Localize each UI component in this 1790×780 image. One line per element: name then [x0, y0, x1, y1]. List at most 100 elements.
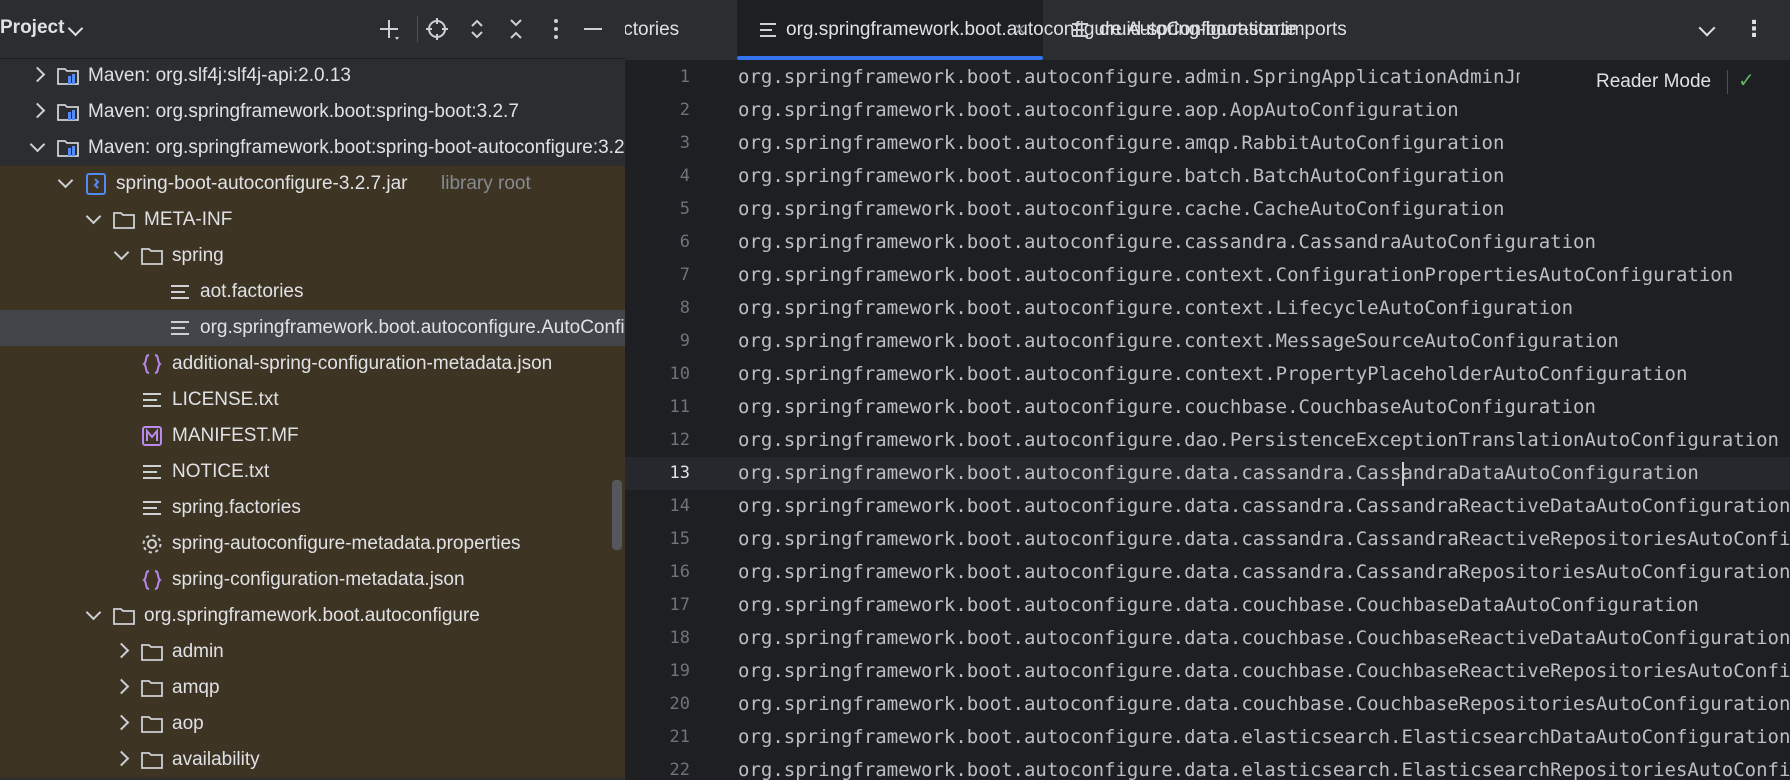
gear-icon — [142, 534, 162, 554]
project-panel-title[interactable]: Project — [0, 17, 64, 39]
tree-row[interactable]: Maven: org.springframework.boot:spring-b… — [0, 94, 625, 130]
tree-row[interactable]: LICENSE.txt — [0, 382, 625, 418]
line-number: 19 — [669, 661, 690, 681]
code-text[interactable]: org.springframework.boot.autoconfigure.d… — [738, 528, 1790, 550]
text-file-icon — [143, 501, 161, 515]
tab-druid-spring-boot-starter[interactable]: druid-spring-boot-starte — [1045, 0, 1310, 60]
code-line[interactable]: 3 org.springframework.boot.autoconfigure.… — [625, 127, 1790, 160]
chevron-right-icon[interactable] — [113, 678, 130, 695]
tree-row[interactable]: Maven: org.slf4j:slf4j-api:2.0.13 — [0, 58, 625, 94]
tree-row[interactable]: NOTICE.txt — [0, 454, 625, 490]
code-text[interactable]: org.springframework.boot.autoconfigure.d… — [738, 561, 1790, 583]
code-text[interactable]: org.springframework.boot.autoconfigure.d… — [738, 693, 1790, 715]
chevron-down-icon[interactable] — [113, 244, 130, 261]
project-tree-scrollbar[interactable] — [612, 480, 622, 550]
locate-icon[interactable] — [424, 16, 450, 42]
code-text[interactable]: org.springframework.boot.autoconfigure.d… — [738, 660, 1790, 682]
tree-row[interactable]: MANIFEST.MF — [0, 418, 625, 454]
code-line[interactable]: 20 org.springframework.boot.autoconfigure… — [625, 688, 1790, 721]
tree-row[interactable]: admin — [0, 634, 625, 670]
add-icon[interactable] — [376, 16, 402, 42]
collapse-all-icon[interactable] — [503, 16, 529, 42]
tree-row-selected[interactable]: org.springframework.boot.autoconfigure.A… — [0, 310, 625, 346]
code-line[interactable]: 21 org.springframework.boot.autoconfigure… — [625, 721, 1790, 754]
code-text[interactable]: org.springframework.boot.autoconfigure.c… — [738, 297, 1573, 319]
chevron-right-icon[interactable] — [113, 642, 130, 659]
code-line[interactable]: 7 org.springframework.boot.autoconfigure.… — [625, 259, 1790, 292]
code-text[interactable]: org.springframework.boot.autoconfigure.c… — [738, 363, 1687, 385]
tree-row[interactable]: amqp — [0, 670, 625, 706]
more-icon[interactable]: ⋮ — [1743, 16, 1765, 42]
check-icon[interactable]: ✓ — [1738, 68, 1755, 93]
code-line[interactable]: 9 org.springframework.boot.autoconfigure.… — [625, 325, 1790, 358]
tree-row[interactable]: org.springframework.boot.autoconfigure — [0, 598, 625, 634]
code-text[interactable]: org.springframework.boot.autoconfigure.c… — [738, 198, 1504, 220]
code-line[interactable]: 17 org.springframework.boot.autoconfigure… — [625, 589, 1790, 622]
code-line[interactable]: 14 org.springframework.boot.autoconfigure… — [625, 490, 1790, 523]
tree-row[interactable]: availability — [0, 742, 625, 778]
close-icon[interactable]: × — [1014, 19, 1026, 42]
code-text[interactable]: org.springframework.boot.autoconfigure.d… — [738, 726, 1790, 748]
tab-aot-factories[interactable]: ictories — [625, 0, 737, 60]
tab-autoconfiguration-imports[interactable]: org.springframework.boot.autoconfigure.A… — [737, 0, 1347, 60]
code-line[interactable]: 22 org.springframework.boot.autoconfigure… — [625, 754, 1790, 780]
code-text[interactable]: org.springframework.boot.autoconfigure.d… — [738, 462, 1699, 484]
code-line[interactable]: 15 org.springframework.boot.autoconfigure… — [625, 523, 1790, 556]
chevron-down-icon[interactable] — [85, 208, 102, 225]
code-line[interactable]: 10 org.springframework.boot.autoconfigure… — [625, 358, 1790, 391]
code-text[interactable]: org.springframework.boot.autoconfigure.c… — [738, 330, 1619, 352]
code-text[interactable]: org.springframework.boot.autoconfigure.d… — [738, 594, 1699, 616]
code-line[interactable]: 8 org.springframework.boot.autoconfigure.… — [625, 292, 1790, 325]
tree-row[interactable]: aot.factories — [0, 274, 625, 310]
tree-row[interactable]: aop — [0, 706, 625, 742]
tree-row[interactable]: Maven: org.springframework.boot:spring-b… — [0, 130, 625, 166]
code-text[interactable]: org.springframework.boot.autoconfigure.c… — [738, 264, 1733, 286]
code-line[interactable]: 6 org.springframework.boot.autoconfigure.… — [625, 226, 1790, 259]
tree-row[interactable]: spring-autoconfigure-metadata.properties — [0, 526, 625, 562]
code-text[interactable]: org.springframework.boot.autoconfigure.d… — [738, 495, 1790, 517]
code-line[interactable]: 18 org.springframework.boot.autoconfigure… — [625, 622, 1790, 655]
tree-row[interactable]: spring — [0, 238, 625, 274]
code-text[interactable]: org.springframework.boot.autoconfigure.d… — [738, 759, 1790, 780]
code-text[interactable]: org.springframework.boot.autoconfigure.c… — [738, 231, 1596, 253]
code-text[interactable]: org.springframework.boot.autoconfigure.c… — [738, 396, 1596, 418]
line-number: 1 — [679, 67, 690, 87]
code-text[interactable]: org.springframework.boot.autoconfigure.d… — [738, 429, 1779, 451]
tree-row[interactable]: spring-boot-autoconfigure-3.2.7.jar libra… — [0, 166, 625, 202]
chevron-down-icon[interactable] — [85, 604, 102, 621]
tree-row[interactable]: META-INF — [0, 202, 625, 238]
code-line[interactable]: 12 org.springframework.boot.autoconfigure… — [625, 424, 1790, 457]
chevron-right-icon[interactable] — [29, 102, 46, 119]
code-line[interactable]: 4 org.springframework.boot.autoconfigure.… — [625, 160, 1790, 193]
code-text[interactable]: org.springframework.boot.autoconfigure.a… — [738, 99, 1459, 121]
code-text[interactable]: org.springframework.boot.autoconfigure.d… — [738, 627, 1790, 649]
code-line-current[interactable]: 13 org.springframework.boot.autoconfigure… — [625, 457, 1790, 490]
line-number: 5 — [679, 199, 690, 219]
text-file-icon — [143, 465, 161, 479]
tree-row[interactable]: spring.factories — [0, 490, 625, 526]
code-line[interactable]: 5 org.springframework.boot.autoconfigure.… — [625, 193, 1790, 226]
options-icon[interactable] — [543, 16, 569, 42]
tree-row[interactable]: spring-configuration-metadata.json — [0, 562, 625, 598]
tree-item-label: admin — [172, 641, 224, 662]
hide-icon[interactable] — [580, 16, 606, 42]
chevron-down-icon[interactable] — [67, 20, 84, 37]
tree-row[interactable]: additional-spring-configuration-metadata… — [0, 346, 625, 382]
chevron-right-icon[interactable] — [113, 714, 130, 731]
tree-item-label: Maven: org.slf4j:slf4j-api:2.0.13 — [88, 65, 351, 86]
code-line[interactable]: 11 org.springframework.boot.autoconfigure… — [625, 391, 1790, 424]
chevron-down-icon[interactable] — [57, 172, 74, 189]
line-number: 14 — [669, 496, 690, 516]
chevron-right-icon[interactable] — [113, 750, 130, 767]
code-area[interactable]: 1 org.springframework.boot.autoconfigure.… — [625, 61, 1790, 780]
line-number: 8 — [679, 298, 690, 318]
chevron-right-icon[interactable] — [29, 66, 46, 83]
code-text[interactable]: org.springframework.boot.autoconfigure.a… — [738, 132, 1504, 154]
reader-mode-button[interactable]: Reader Mode — [1596, 71, 1711, 93]
code-text[interactable]: org.springframework.boot.autoconfigure.b… — [738, 165, 1504, 187]
chevron-down-icon[interactable] — [1698, 19, 1716, 37]
expand-all-icon[interactable] — [464, 16, 490, 42]
code-line[interactable]: 19 org.springframework.boot.autoconfigure… — [625, 655, 1790, 688]
chevron-down-icon[interactable] — [29, 136, 46, 153]
code-line[interactable]: 16 org.springframework.boot.autoconfigure… — [625, 556, 1790, 589]
